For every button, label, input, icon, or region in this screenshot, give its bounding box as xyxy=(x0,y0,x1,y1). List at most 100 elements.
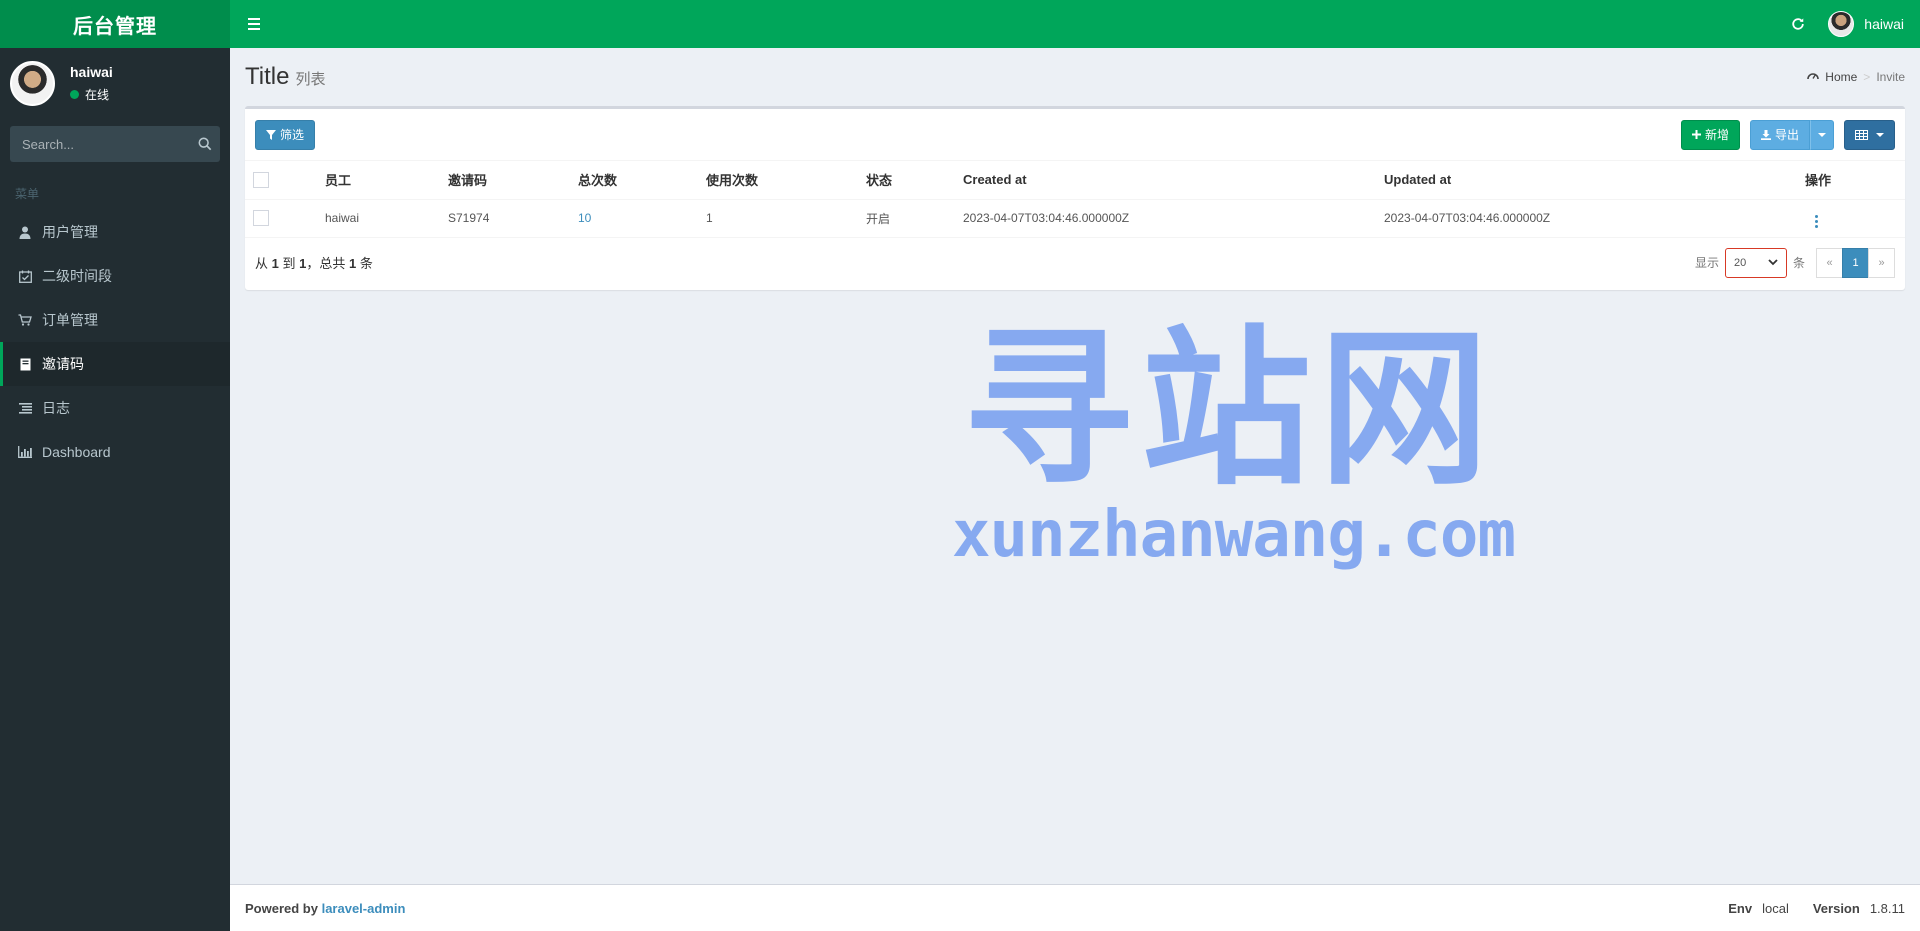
filter-icon xyxy=(266,129,276,140)
user-status-label: 在线 xyxy=(85,87,110,102)
sidebar-item-label: 订单管理 xyxy=(42,312,98,328)
sidebar-item-label: Dashboard xyxy=(42,444,111,460)
new-button[interactable]: 新增 xyxy=(1680,119,1740,150)
laravel-admin-link[interactable]: laravel-admin xyxy=(322,901,406,916)
version-label: Version xyxy=(1812,900,1860,916)
env-value: local xyxy=(1762,900,1789,916)
column-header-used[interactable]: 使用次数 xyxy=(706,161,866,200)
menu-header: 菜单 xyxy=(15,187,40,201)
sidebar-item-dashboard[interactable]: Dashboard xyxy=(0,430,230,474)
row-checkbox[interactable] xyxy=(253,210,269,226)
breadcrumb: Home > Invite xyxy=(1807,70,1905,84)
search-icon[interactable] xyxy=(198,137,212,151)
invite-table: 员工 邀请码 总次数 使用次数 状态 Created at Updated at… xyxy=(245,161,1905,238)
columns-selector-button[interactable] xyxy=(1844,119,1895,150)
row-actions-kebab-icon[interactable] xyxy=(1811,213,1822,230)
page-subtitle: 列表 xyxy=(295,71,326,88)
column-header-status[interactable]: 状态 xyxy=(866,161,963,200)
select-all-checkbox[interactable] xyxy=(253,172,269,189)
header-user-name: haiwai xyxy=(1864,16,1904,32)
page-title-text: Title xyxy=(245,63,290,90)
cell-updated-at: 2023-04-07T03:04:46.000000Z xyxy=(1384,199,1805,238)
pager-area: 显示 20 条 « 1 » xyxy=(1695,247,1895,278)
breadcrumb-separator: > xyxy=(1863,70,1871,84)
sidebar: haiwai 在线 菜单 用户管理 二级时间段 订单管理 xyxy=(0,48,230,931)
sidebar-avatar xyxy=(10,60,55,106)
per-page-suffix: 条 xyxy=(1792,256,1805,270)
table-icon xyxy=(1855,129,1868,140)
export-button[interactable]: 导出 xyxy=(1749,119,1810,150)
sidebar-item-label: 用户管理 xyxy=(42,224,98,240)
grid-toolbar: 筛选 新增 导出 xyxy=(245,109,1905,161)
summary-to-word: 到 xyxy=(282,256,296,271)
powered-by: Powered by laravel-admin xyxy=(245,901,405,916)
bar-chart-icon xyxy=(18,445,32,459)
cell-status: 开启 xyxy=(866,199,963,238)
page-button-1[interactable]: 1 xyxy=(1842,247,1869,278)
avatar xyxy=(1828,11,1855,37)
sidebar-toggle-icon[interactable] xyxy=(244,14,264,34)
content-header: Title 列表 Home > Invite xyxy=(230,48,1920,106)
column-header-code[interactable]: 邀请码 xyxy=(448,161,578,200)
cell-total: 10 xyxy=(578,199,706,238)
export-dropdown-toggle[interactable] xyxy=(1810,119,1834,150)
summary-total-word: ，总共 xyxy=(306,256,346,271)
page-footer: Powered by laravel-admin Env local Versi… xyxy=(230,884,1920,931)
list-icon xyxy=(18,401,32,415)
per-page-select[interactable]: 20 xyxy=(1724,247,1787,278)
toolbar-right: 新增 导出 xyxy=(1680,119,1895,150)
cell-created-at: 2023-04-07T03:04:46.000000Z xyxy=(963,199,1384,238)
book-icon xyxy=(18,357,32,371)
user-panel: haiwai 在线 xyxy=(0,48,230,118)
grid-box: 筛选 新增 导出 员工 邀请码 总次数 使用次数 状态 Created at U… xyxy=(245,106,1905,290)
sidebar-item-label: 日志 xyxy=(42,400,70,416)
breadcrumb-home[interactable]: Home xyxy=(1825,70,1857,84)
next-page-button[interactable]: » xyxy=(1868,247,1895,278)
column-header-employee[interactable]: 员工 xyxy=(325,161,448,200)
column-header-updated-at[interactable]: Updated at xyxy=(1384,161,1805,200)
dashboard-icon xyxy=(1807,70,1820,84)
online-dot-icon xyxy=(70,89,79,99)
sidebar-item-invite-codes[interactable]: 邀请码 xyxy=(0,342,230,386)
prev-page-button[interactable]: « xyxy=(1816,247,1843,278)
column-header-total[interactable]: 总次数 xyxy=(578,161,706,200)
top-header: 后台管理 haiwai xyxy=(0,0,1920,48)
refresh-icon[interactable] xyxy=(1790,16,1806,32)
cell-employee: haiwai xyxy=(325,199,448,238)
table-row: haiwai S71974 10 1 开启 2023-04-07T03:04:4… xyxy=(245,199,1905,238)
cell-used: 1 xyxy=(706,199,866,238)
filter-button-label: 筛选 xyxy=(280,128,305,142)
caret-down-icon xyxy=(1818,132,1826,137)
pagination-summary: 从 1 到 1，总共 1 条 xyxy=(255,253,373,272)
sidebar-item-users[interactable]: 用户管理 xyxy=(0,210,230,254)
sidebar-search-input[interactable] xyxy=(22,136,198,152)
cell-code: S71974 xyxy=(448,199,578,238)
plus-icon xyxy=(1691,130,1701,139)
sidebar-search xyxy=(10,126,220,162)
app-logo[interactable]: 后台管理 xyxy=(0,0,230,48)
breadcrumb-current: Invite xyxy=(1876,70,1905,84)
pagination: « 1 » xyxy=(1816,247,1895,278)
sidebar-item-logs[interactable]: 日志 xyxy=(0,386,230,430)
summary-prefix: 从 xyxy=(255,256,269,271)
user-icon xyxy=(18,225,32,239)
filter-button[interactable]: 筛选 xyxy=(255,119,316,150)
user-status: 在线 xyxy=(70,86,113,103)
sidebar-user-name: haiwai xyxy=(70,63,113,80)
user-menu[interactable]: haiwai xyxy=(1828,11,1904,37)
export-button-group: 导出 xyxy=(1749,119,1834,150)
cart-icon xyxy=(18,313,32,327)
column-header-created-at[interactable]: Created at xyxy=(963,161,1384,200)
chevron-down-icon xyxy=(1768,259,1778,266)
version-value: 1.8.11 xyxy=(1869,900,1905,916)
sidebar-item-orders[interactable]: 订单管理 xyxy=(0,298,230,342)
export-button-label: 导出 xyxy=(1774,128,1799,142)
footer-meta: Env local Version 1.8.11 xyxy=(1728,901,1905,916)
sidebar-item-label: 邀请码 xyxy=(42,356,84,372)
grid-footer: 从 1 到 1，总共 1 条 显示 20 条 « 1 » xyxy=(245,238,1905,288)
download-icon xyxy=(1760,129,1771,140)
navbar: haiwai xyxy=(230,0,1920,48)
summary-from: 1 xyxy=(271,256,279,271)
sidebar-item-time-slots[interactable]: 二级时间段 xyxy=(0,254,230,298)
page-title: Title 列表 xyxy=(245,63,325,91)
